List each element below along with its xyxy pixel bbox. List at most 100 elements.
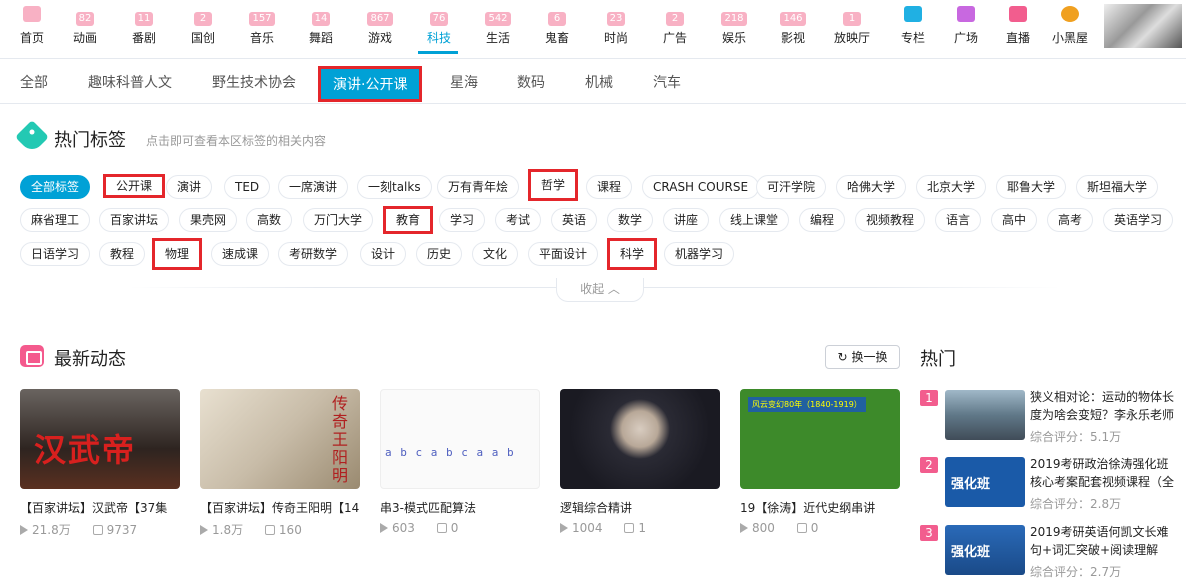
nav-item-kichiku[interactable]: 6 鬼畜 — [531, 6, 583, 45]
subnav-item-tech-association[interactable]: 野生技术协会 — [212, 72, 296, 92]
nav-item-douga[interactable]: 82 动画 — [59, 6, 111, 45]
tag-item[interactable]: 平面设计 — [528, 242, 599, 266]
tag-item[interactable]: 万有青年烩 — [437, 175, 520, 199]
tag-item[interactable]: 编程 — [799, 208, 846, 232]
tag-item[interactable]: 百家讲坛 — [99, 208, 170, 232]
nav-item-live[interactable]: 直播 — [992, 6, 1044, 45]
subnav-item-starsea[interactable]: 星海 — [450, 72, 478, 92]
tag-item[interactable]: 耶鲁大学 — [996, 175, 1067, 199]
hot-title[interactable]: 狭义相对论：运动的物体长度为啥会变短？李永乐老师 — [1030, 388, 1180, 424]
subnav-item-machinery[interactable]: 机械 — [585, 72, 613, 92]
tag-item[interactable]: 语言 — [935, 208, 982, 232]
nav-item-music[interactable]: 157 音乐 — [236, 6, 288, 45]
tag-item[interactable]: 哈佛大学 — [836, 175, 907, 199]
video-thumbnail[interactable]: a b c a b c a a b — [380, 389, 540, 489]
tag-item[interactable]: 斯坦福大学 — [1076, 175, 1159, 199]
nav-item-column[interactable]: 专栏 — [887, 6, 939, 45]
nav-item-technology[interactable]: 76 科技 — [413, 6, 465, 45]
nav-item-screening-hall[interactable]: 1 放映厅 — [826, 6, 878, 45]
video-card[interactable]: 传奇 王阳明 【百家讲坛】传奇王阳明【14 1.8万 160 — [200, 389, 360, 538]
video-thumbnail[interactable]: 汉武帝 — [20, 389, 180, 489]
tag-item[interactable]: 考试 — [495, 208, 542, 232]
tag-item[interactable]: 速成课 — [211, 242, 270, 266]
tag-item[interactable]: 北京大学 — [916, 175, 987, 199]
subnav-item-car[interactable]: 汽车 — [653, 72, 681, 92]
tag-item[interactable]: 高考 — [1047, 208, 1094, 232]
tag-item[interactable]: 学习 — [439, 208, 486, 232]
hot-thumbnail[interactable]: 强化班 — [945, 525, 1025, 575]
refresh-button[interactable]: ↻ 换一换 — [825, 345, 900, 369]
subnav-item-digital[interactable]: 数码 — [517, 72, 545, 92]
tag-item[interactable]: 设计 — [360, 242, 407, 266]
nav-item-blackroom[interactable]: 小黑屋 — [1044, 6, 1096, 45]
tag-item[interactable]: 日语学习 — [20, 242, 91, 266]
tag-item[interactable]: 公开课 — [103, 174, 166, 198]
video-title[interactable]: 逻辑综合精讲 — [560, 499, 720, 515]
video-title[interactable]: 19【徐涛】近代史纲串讲 — [740, 499, 900, 515]
tag-item[interactable]: 万门大学 — [303, 208, 374, 232]
tag-item[interactable]: 教程 — [99, 242, 146, 266]
tag-item[interactable]: 麻省理工 — [20, 208, 91, 232]
tag-item[interactable]: 讲座 — [663, 208, 710, 232]
tag-item[interactable]: 数学 — [607, 208, 654, 232]
tag-item[interactable]: 物理 — [152, 238, 203, 270]
nav-item-game[interactable]: 867 游戏 — [354, 6, 406, 45]
subnav-item-science-humanities[interactable]: 趣味科普人文 — [88, 72, 172, 92]
tag-item[interactable]: 教育 — [383, 206, 434, 234]
video-title[interactable]: 【百家讲坛】传奇王阳明【14 — [200, 499, 360, 515]
collapse-button[interactable]: 收起 ︿ — [556, 278, 644, 302]
video-thumbnail[interactable] — [560, 389, 720, 489]
refresh-icon: ↻ — [837, 350, 848, 364]
video-card[interactable]: 风云变幻80年（1840-1919） 19【徐涛】近代史纲串讲 800 0 — [740, 389, 900, 535]
tag-item[interactable]: 考研数学 — [278, 242, 349, 266]
video-title[interactable]: 【百家讲坛】汉武帝【37集 — [20, 499, 180, 515]
tag-item[interactable]: 文化 — [472, 242, 519, 266]
tag-item[interactable]: 机器学习 — [664, 242, 735, 266]
nav-item-ad[interactable]: 2 广告 — [649, 6, 701, 45]
hot-thumbnail[interactable] — [945, 390, 1025, 440]
subnav-item-open-course[interactable]: 演讲·公开课 — [318, 66, 423, 102]
nav-item-fashion[interactable]: 23 时尚 — [590, 6, 642, 45]
hot-list-item[interactable]: 2 强化班 2019考研政治徐涛强化班核心考案配套视频课程（全网 综合评分：2.… — [920, 457, 1182, 513]
tag-item[interactable]: TED — [224, 175, 271, 199]
tag-item[interactable]: 演讲 — [166, 175, 213, 199]
tag-item[interactable]: 英语学习 — [1103, 208, 1174, 232]
tag-item[interactable]: 哲学 — [528, 169, 579, 201]
nav-item-square[interactable]: 广场 — [940, 6, 992, 45]
tag-all[interactable]: 全部标签 — [20, 175, 91, 199]
video-thumbnail[interactable]: 风云变幻80年（1840-1919） — [740, 389, 900, 489]
video-card[interactable]: 逻辑综合精讲 1004 1 — [560, 389, 720, 535]
subnav-item-all[interactable]: 全部 — [20, 72, 48, 92]
tag-item[interactable]: 果壳网 — [179, 208, 238, 232]
nav-item-cinema[interactable]: 146 影视 — [767, 6, 819, 45]
play-count: 603 — [392, 521, 415, 535]
tag-item[interactable]: 科学 — [607, 238, 658, 270]
video-thumbnail[interactable]: 传奇 王阳明 — [200, 389, 360, 489]
hot-list-item[interactable]: 3 强化班 2019考研英语何凯文长难句+词汇突破+阅读理解+写作 综合评分：2… — [920, 525, 1182, 581]
video-card[interactable]: a b c a b c a a b 串3-模式匹配算法 603 0 — [380, 389, 540, 535]
nav-item-home[interactable]: 首页 — [6, 6, 58, 45]
video-card[interactable]: 汉武帝 【百家讲坛】汉武帝【37集 21.8万 9737 — [20, 389, 180, 538]
tag-item[interactable]: 线上课堂 — [719, 208, 790, 232]
nav-item-ent[interactable]: 218 娱乐 — [708, 6, 760, 45]
video-title[interactable]: 串3-模式匹配算法 — [380, 499, 540, 515]
hot-thumbnail[interactable]: 强化班 — [945, 457, 1025, 507]
tag-item[interactable]: 英语 — [551, 208, 598, 232]
hot-title[interactable]: 2019考研英语何凯文长难句+词汇突破+阅读理解+写作 — [1030, 523, 1180, 559]
hot-list-item[interactable]: 1 狭义相对论：运动的物体长度为啥会变短？李永乐老师 综合评分：5.1万 — [920, 390, 1182, 446]
tag-item[interactable]: 历史 — [416, 242, 463, 266]
tag-item[interactable]: 一席演讲 — [278, 175, 349, 199]
nav-item-bangumi[interactable]: 11 番剧 — [118, 6, 170, 45]
tag-item[interactable]: 高中 — [991, 208, 1038, 232]
tag-item[interactable]: 高数 — [246, 208, 293, 232]
nav-item-dance[interactable]: 14 舞蹈 — [295, 6, 347, 45]
header-banner-avatar[interactable] — [1104, 4, 1182, 48]
tag-item[interactable]: 视频教程 — [855, 208, 926, 232]
nav-item-life[interactable]: 542 生活 — [472, 6, 524, 45]
hot-title[interactable]: 2019考研政治徐涛强化班核心考案配套视频课程（全网 — [1030, 455, 1180, 491]
tag-item[interactable]: 一刻talks — [357, 175, 432, 199]
tag-item[interactable]: 课程 — [586, 175, 633, 199]
nav-item-guochuang[interactable]: 2 国创 — [177, 6, 229, 45]
tag-item[interactable]: 可汗学院 — [756, 175, 827, 199]
tag-item[interactable]: CRASH COURSE — [642, 175, 760, 199]
